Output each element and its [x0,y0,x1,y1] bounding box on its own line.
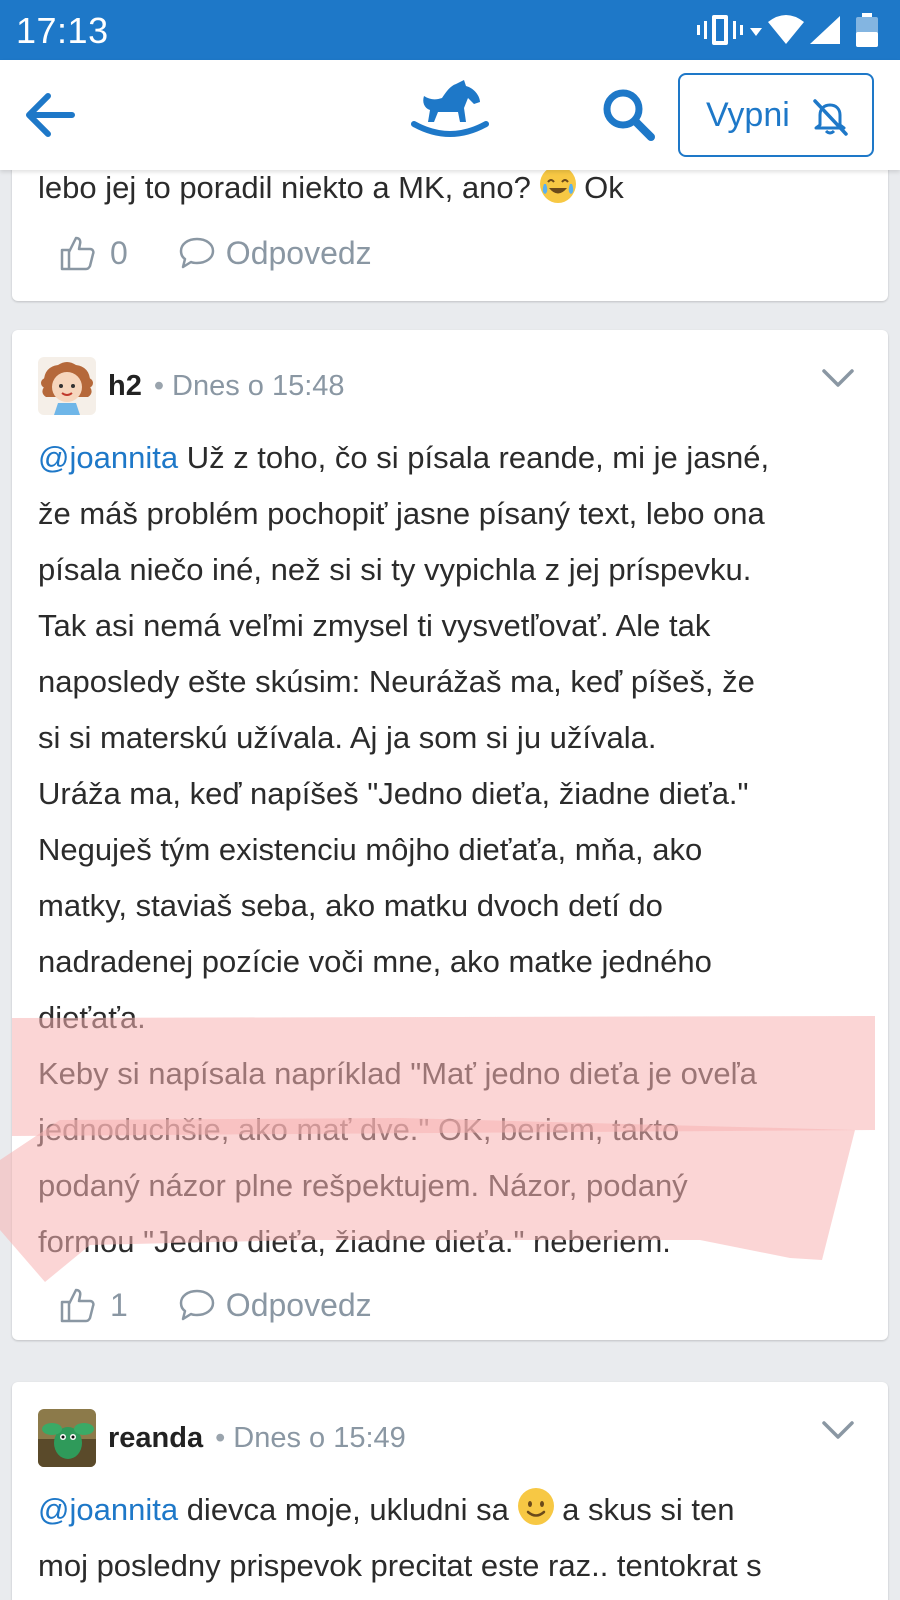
comment-meta: • Dnes o 15:49 [215,1422,406,1455]
comment-feed[interactable]: lebo jej to poradil niekto a MK, ano? Ok… [0,170,900,1600]
comment-text-line: formou "Jedno dieťa, žiadne dieťa." nebe… [38,1224,671,1259]
comment-text-line: moj posledny prispevok precitat este raz… [38,1548,762,1583]
author-name[interactable]: reanda [108,1422,203,1455]
comment-actions: 1 Odpovedz [58,1280,372,1330]
comment-text-line: @joannita Už z toho, čo si písala reande… [38,430,769,486]
mute-button-label: Vypni [706,95,790,134]
chevron-down-icon[interactable] [818,1410,858,1450]
comment-card: lebo jej to poradil niekto a MK, ano? Ok… [12,170,888,301]
comment-text-line: písala niečo iné, než si si ty vypichla … [38,552,752,587]
battery-icon [856,13,878,47]
chevron-down-icon[interactable] [818,358,858,398]
comment-timestamp: Dnes o 15:49 [233,1421,406,1454]
comment-text-line: Keby si napísala napríklad "Mať jedno di… [38,1056,757,1091]
comment-text-line: naposledy ešte skúsim: Neurážaš ma, keď … [38,664,755,699]
status-bar: 17:13 [0,0,900,60]
app-header: Vypni [0,60,900,170]
search-icon[interactable] [598,84,658,144]
comment-text-line: lebo jej to poradil niekto a MK, ano? [38,170,531,205]
like-count: 1 [110,1286,128,1323]
comment-text-line: podaný názor plne rešpektujem. Názor, po… [38,1168,688,1203]
text-fragment: a skus si ten [562,1492,735,1527]
comment-card: h2 • Dnes o 15:48 @joannita Už z toho, čo… [12,330,888,1340]
speech-bubble-icon[interactable] [178,1288,216,1322]
comment-text-line: že máš problém pochopiť jasne písaný tex… [38,496,765,531]
comment-text-line: Uráža ma, keď napíšeš "Jedno dieťa, žiad… [38,776,749,811]
smiling-face-emoji-icon [517,1488,554,1525]
comment-text: lebo jej to poradil niekto a MK, ano? Ok [38,170,624,216]
rocking-horse-logo-icon[interactable] [410,78,490,148]
wifi-icon [768,15,804,44]
meta-separator: • [215,1421,226,1454]
comment-text-end: Ok [584,170,624,205]
comment-text-line: nadradenej pozície voči mne, ako matke j… [38,944,712,979]
avatar[interactable] [38,357,96,415]
meta-separator: • [153,369,164,402]
comment-header: h2 • Dnes o 15:48 [38,356,345,416]
speech-bubble-icon[interactable] [178,236,216,270]
comment-text-line: si si materskú užívala. Aj ja som si ju … [38,720,657,755]
comment-text: @joannita dievca moje, ukludni sa a skus… [38,1482,762,1594]
signal-icon [810,16,840,44]
text-fragment: Už z toho, čo si písala reande, mi je ja… [186,440,770,475]
comment-text-line: @joannita dievca moje, ukludni sa a skus… [38,1482,762,1538]
mention-link[interactable]: @joannita [38,440,178,475]
thumbs-up-icon[interactable] [58,1286,96,1324]
comment-actions: 0 Odpovedz [58,228,372,278]
reply-button[interactable]: Odpovedz [226,1287,372,1324]
comment-meta: • Dnes o 15:48 [154,370,345,403]
status-time: 17:13 [16,10,109,51]
comment-text-line: matky, staviaš seba, ako matku dvoch det… [38,888,663,923]
bell-off-icon [813,99,848,136]
comment-header: reanda • Dnes o 15:49 [38,1408,406,1468]
comment-text-line: Neguješ tým existenciu môjho dieťaťa, mň… [38,832,703,867]
thumbs-up-icon[interactable] [58,234,96,272]
reply-button[interactable]: Odpovedz [226,235,372,272]
back-arrow-icon[interactable] [20,84,82,146]
text-fragment: dievca moje, ukludni sa [186,1492,509,1527]
avatar[interactable] [38,1409,96,1467]
author-name[interactable]: h2 [108,370,142,403]
data-arrow-icon [750,28,762,36]
comment-text: @joannita Už z toho, čo si písala reande… [38,430,769,1270]
comment-text-line: Tak asi nemá veľmi zmysel ti vysvetľovať… [38,608,711,643]
comment-text-line: jednoduchšie, ako mať dve." OK, beriem, … [38,1112,680,1147]
system-status-icons [697,13,878,47]
like-count: 0 [110,234,128,271]
comment-card: reanda • Dnes o 15:49 @joannita dievca mo… [12,1382,888,1600]
vibrate-icon [697,15,743,45]
comment-timestamp: Dnes o 15:48 [172,369,345,402]
tears-of-joy-emoji-icon [539,170,576,203]
comment-text-line: dieťaťa. [38,1000,146,1035]
mute-notifications-button[interactable]: Vypni [678,73,874,157]
mention-link[interactable]: @joannita [38,1492,178,1527]
